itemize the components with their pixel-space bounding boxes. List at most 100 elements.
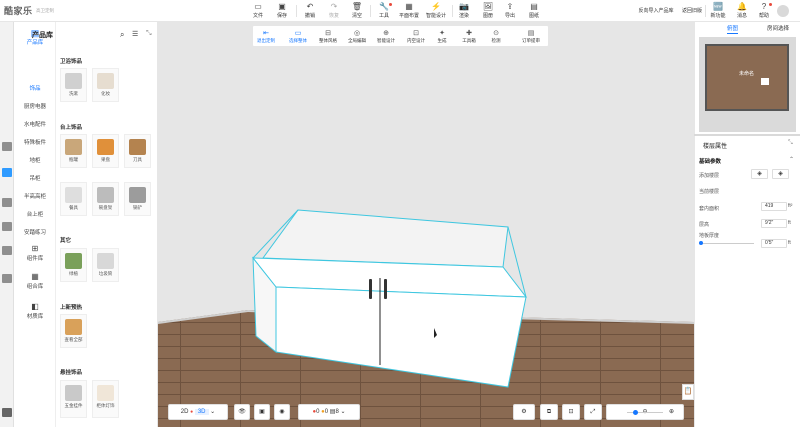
floor-layout-button[interactable]: ▦ 平面布置 <box>396 2 422 21</box>
tab-material-library[interactable]: ◧ 材质库 <box>14 302 56 320</box>
zoom-control[interactable]: ⊖ ⊕ <box>606 404 684 420</box>
undo-button[interactable]: ↶ 撤销 <box>302 2 318 21</box>
section-title: 上新预热 <box>60 305 83 311</box>
product-card[interactable]: 查看全部 <box>60 314 87 348</box>
check-button[interactable]: ⊙ 检测 <box>487 29 505 46</box>
product-card[interactable]: 柜体灯饰 <box>92 380 119 418</box>
product-card[interactable]: 五金挂件 <box>60 380 87 418</box>
save-button[interactable]: ▣ 保存 <box>274 2 290 21</box>
product-card[interactable]: 绿植 <box>60 248 87 282</box>
sidebar-item-kitchen-appliances[interactable]: 厨房电器 <box>14 102 56 110</box>
mode-3d-button[interactable]: 3D <box>194 409 209 415</box>
product-card[interactable]: 瓶罐 <box>60 134 87 168</box>
product-card[interactable]: 洗漱 <box>60 68 87 102</box>
layer-icon[interactable] <box>2 142 12 151</box>
status-bar[interactable]: ●0 ●0 ▤8 ⌄ <box>298 404 360 420</box>
sidebar-item-tall-cabinet[interactable]: 半高高柜 <box>14 192 56 200</box>
chevron-down-icon: ⌄ <box>210 409 216 415</box>
messages-button[interactable]: 🔔 消息 <box>734 2 750 21</box>
tab-room-select[interactable]: 房间选择 <box>767 24 789 32</box>
3d-viewport[interactable] <box>158 22 694 427</box>
copy-view-button[interactable]: ⧉ <box>540 404 558 420</box>
collapse-icon[interactable]: ⤡ <box>788 140 793 147</box>
sidebar-item-countertop-cabinet[interactable]: 台上柜 <box>14 210 56 218</box>
scene-settings-button[interactable]: ⚙ <box>513 404 535 420</box>
order-review-button[interactable]: ▤ 订单提审 <box>517 29 545 46</box>
area-input[interactable]: 419 <box>761 202 787 211</box>
render-button[interactable]: 📷 渲染 <box>456 2 472 21</box>
avatar[interactable] <box>777 5 789 17</box>
tab-combination-library[interactable]: ▦ 组合库 <box>14 272 56 290</box>
add-floor-button[interactable]: ◈ <box>751 169 768 179</box>
product-thumbnail <box>97 253 114 269</box>
thickness-slider[interactable] <box>699 241 754 245</box>
filter-icon[interactable]: ☰ <box>132 30 138 38</box>
product-card[interactable]: 刀具 <box>124 134 151 168</box>
sidebar-item-plumbing[interactable]: 水电配件 <box>14 120 56 128</box>
fit-view-button[interactable]: ⤢ <box>584 404 602 420</box>
clipboard-button[interactable]: 📋 <box>682 384 694 400</box>
panel-title: 产品库 <box>32 32 53 39</box>
product-card[interactable]: 果盘 <box>92 134 119 168</box>
global-edit-button[interactable]: ◎ 全局编辑 <box>345 29 369 46</box>
mode-2d-button[interactable]: 2D <box>181 409 189 415</box>
sidebar-item-base-cabinet[interactable]: 地柜 <box>14 156 56 164</box>
product-card[interactable]: 碗盘架 <box>92 182 119 216</box>
minimap[interactable]: 未命名 <box>699 37 796 132</box>
collapse-icon[interactable]: ⤡ <box>146 30 152 38</box>
tab-component-library[interactable]: ⊞ 组件库 <box>14 244 56 262</box>
product-card[interactable]: 餐具 <box>60 182 87 216</box>
toolbox-button[interactable]: ✚ 工具箱 <box>458 29 480 46</box>
new-features-button[interactable]: 🆕 新功能 <box>709 2 727 21</box>
settings-icon[interactable] <box>2 408 12 417</box>
custom-toolbar: ⇤ 退出定制 ▭ 选择整体 ⊟ 整体风格 ◎ 全局编辑 ⊕ 智能设计 ⊡ 内空设计 ✦ 生成 … <box>252 25 549 47</box>
add-floor-up-button[interactable]: ◈ <box>772 169 789 179</box>
generate-button[interactable]: ✦ 生成 <box>433 29 451 46</box>
room-floorplan[interactable] <box>705 44 789 111</box>
product-card[interactable]: 化妆 <box>92 68 119 102</box>
screenshot-button[interactable]: ⊡ <box>562 404 580 420</box>
grid-icon[interactable] <box>2 222 12 231</box>
sidebar-item-special-panels[interactable]: 特殊板件 <box>14 138 56 146</box>
box-view-button[interactable]: ▣ <box>254 404 270 420</box>
shape-icon[interactable] <box>2 198 12 207</box>
tools-button[interactable]: 🔧 工具 <box>376 2 392 21</box>
sidebar-item-wall-cabinet[interactable]: 吊柜 <box>14 174 56 182</box>
search-icon[interactable]: ⌕ <box>120 30 124 40</box>
user-icon[interactable] <box>2 246 12 255</box>
product-card[interactable]: 垃圾筒 <box>92 248 119 282</box>
smart-design-button[interactable]: ⚡ 智能设计 <box>423 2 449 21</box>
zoom-in-icon[interactable]: ⊕ <box>669 405 674 419</box>
visibility-button[interactable]: 👁 <box>234 404 250 420</box>
redo-button[interactable]: ↷ 恢复 <box>326 2 342 21</box>
sidebar-item-practice[interactable]: 安踏练习 <box>14 228 56 236</box>
clear-button[interactable]: 🗑 清空 <box>348 2 366 21</box>
drawings-button[interactable]: ▤ 图纸 <box>526 2 542 21</box>
box-icon[interactable] <box>2 274 12 283</box>
export-button[interactable]: ⇪ 导出 <box>502 2 518 21</box>
cabinet-icon[interactable] <box>2 168 12 177</box>
product-card[interactable]: 锅铲 <box>124 182 151 216</box>
gallery-button[interactable]: 🖼 图册 <box>480 2 496 21</box>
zoom-handle[interactable] <box>633 410 638 415</box>
sidebar-item-accessories[interactable]: 饰品 <box>14 84 56 92</box>
overall-style-button[interactable]: ⊟ 整体风格 <box>316 29 340 46</box>
floor-height-input[interactable]: 9'2" <box>761 219 787 228</box>
material-view-button[interactable]: ◉ <box>274 404 290 420</box>
floor-height-unit: ft <box>788 220 791 226</box>
tab-top-view[interactable]: 俯图 <box>727 24 739 34</box>
inner-design-button[interactable]: ⊡ 内空设计 <box>404 29 428 46</box>
file-button[interactable]: ▭ 文件 <box>250 2 266 21</box>
eye-icon: 👁 <box>238 409 246 415</box>
help-button[interactable]: ? 帮助 <box>756 2 772 21</box>
smart-design-tool-button[interactable]: ⊕ 智能设计 <box>374 29 398 46</box>
view-mode-switch[interactable]: 2D ● 3D ⌄ <box>168 404 228 420</box>
image-icon: 🖼 <box>482 2 494 11</box>
exit-custom-button[interactable]: ⇤ 退出定制 <box>255 29 277 46</box>
floor-thickness-input[interactable]: 0'5" <box>761 239 787 248</box>
chevron-up-icon[interactable]: ⌃ <box>789 156 794 163</box>
select-all-button[interactable]: ▭ 选择整体 <box>287 29 309 46</box>
screenshot-icon: ⊡ <box>568 409 574 415</box>
slider-handle[interactable] <box>699 241 703 245</box>
copy-icon: ⧉ <box>546 409 552 415</box>
